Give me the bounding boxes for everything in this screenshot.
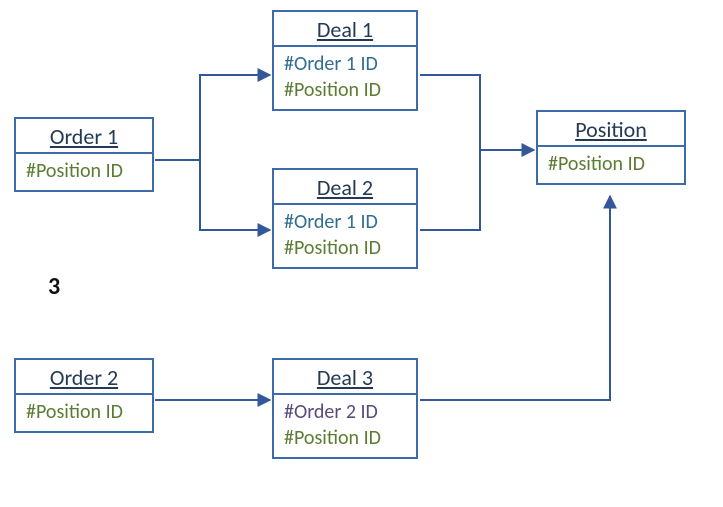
node-deal1-field-0: #Order 1 ID [284, 51, 406, 77]
node-deal2: Deal 2 #Order 1 ID #Position ID [272, 168, 418, 269]
node-order1-title: Order 1 [16, 119, 152, 152]
node-deal2-title: Deal 2 [274, 170, 416, 203]
node-deal2-field-0: #Order 1 ID [284, 209, 406, 235]
edge-deal1-position [420, 75, 480, 150]
edge-order1-deal1 [155, 75, 270, 160]
node-order1-field-0: #Position ID [26, 158, 142, 184]
node-position: Position #Position ID [536, 110, 686, 185]
node-deal3-field-0: #Order 2 ID [284, 399, 406, 425]
node-deal2-field-1: #Position ID [284, 235, 406, 261]
node-deal3: Deal 3 #Order 2 ID #Position ID [272, 358, 418, 459]
node-order1: Order 1 #Position ID [14, 117, 154, 192]
edge-deal3-position [420, 196, 610, 400]
node-deal1-field-1: #Position ID [284, 77, 406, 103]
edge-order1-deal2 [155, 160, 270, 230]
node-position-title: Position [538, 112, 684, 145]
node-deal3-field-1: #Position ID [284, 425, 406, 451]
node-deal1-title: Deal 1 [274, 12, 416, 45]
node-order2: Order 2 #Position ID [14, 358, 154, 433]
node-order2-title: Order 2 [16, 360, 152, 393]
node-position-field-0: #Position ID [548, 151, 674, 177]
edge-deal2-position [420, 150, 480, 230]
node-deal1: Deal 1 #Order 1 ID #Position ID [272, 10, 418, 111]
node-deal3-title: Deal 3 [274, 360, 416, 393]
side-label: 3 [48, 272, 60, 301]
node-order2-field-0: #Position ID [26, 399, 142, 425]
